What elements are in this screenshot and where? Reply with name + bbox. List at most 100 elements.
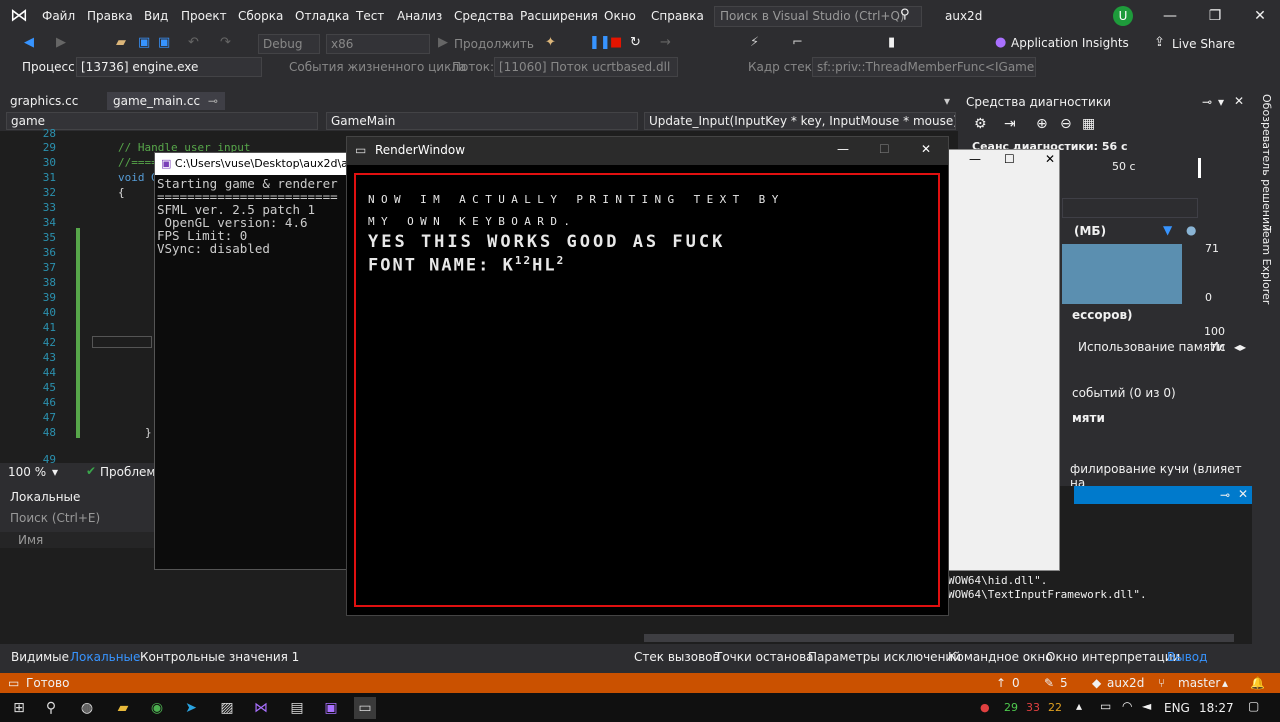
tab-immediate[interactable]: Окно интерпретации [1046, 650, 1180, 664]
language-indicator[interactable]: ENG [1164, 701, 1190, 715]
bg-maximize-icon[interactable]: ☐ [1004, 152, 1015, 166]
search-icon[interactable]: ⚲ [900, 7, 910, 22]
menu-test[interactable]: Тест [356, 9, 384, 23]
scope-combo[interactable]: GameMain [326, 112, 638, 130]
output-pin-icon[interactable]: ⊸ [1220, 488, 1230, 502]
stop-icon[interactable]: ■ [610, 35, 622, 50]
push-icon[interactable]: ↑ [996, 676, 1006, 690]
tab-graphics-cc[interactable]: graphics.cc [4, 92, 84, 110]
zoom-dropdown-icon[interactable]: ▾ [52, 465, 58, 479]
tab-game-main-cc[interactable]: game_main.cc ⊸ ✕ [107, 92, 225, 122]
branch-name[interactable]: master [1178, 676, 1220, 690]
tab-output[interactable]: Вывод [1167, 650, 1207, 664]
menu-file[interactable]: Файл [42, 9, 75, 23]
tab-other[interactable]: Ис [1210, 340, 1226, 354]
menu-edit[interactable]: Правка [87, 9, 133, 23]
hot-reload-icon[interactable]: ⚡ [750, 35, 759, 50]
horizontal-scrollbar[interactable] [644, 634, 1234, 642]
panel-pin-icon[interactable]: ⊸ [1202, 95, 1212, 109]
back-icon[interactable]: ◀ [24, 35, 34, 50]
menu-build[interactable]: Сборка [238, 9, 283, 23]
file-explorer-icon[interactable]: ▰ [112, 697, 134, 719]
render-title-bar[interactable]: ▭ RenderWindow — ☐ ✕ [347, 137, 948, 165]
taskbar-search-icon[interactable]: ⚲ [40, 697, 62, 719]
search-input[interactable]: Поиск в Visual Studio (Ctrl+Q) [714, 6, 922, 27]
live-share-button[interactable]: Live Share [1172, 37, 1235, 51]
changes-count[interactable]: 5 [1060, 676, 1068, 690]
flame-icon[interactable]: ✦ [545, 35, 556, 50]
pin-icon[interactable]: ⊸ [208, 94, 218, 108]
notifications-icon[interactable]: 🔔 [1250, 676, 1265, 690]
solution-explorer-tab[interactable]: Обозреватель решений [1260, 94, 1273, 231]
panel-close-icon[interactable]: ✕ [1234, 94, 1244, 108]
menu-tools[interactable]: Средства [454, 9, 514, 23]
chrome-icon[interactable]: ◉ [146, 697, 168, 719]
stack-frame-combo[interactable]: sf::priv::ThreadMemberFunc<IGame>::rur [812, 57, 1036, 77]
pause-icon[interactable]: ❚❚ [589, 35, 611, 50]
bookmark-icon[interactable]: ▮ [888, 35, 895, 50]
lifecycle-events[interactable]: События жизненного цикла [289, 60, 466, 74]
bg-close-icon[interactable]: ✕ [1045, 152, 1055, 166]
tab-locals[interactable]: Локальные [70, 650, 140, 664]
console-window[interactable]: ▣ C:\Users\vuse\Desktop\aux2d\au Startin… [154, 152, 368, 570]
zoom-out-icon[interactable]: ⊖ [1060, 116, 1072, 132]
background-window[interactable]: — ☐ ✕ [948, 149, 1060, 571]
branch-icon[interactable]: ⑂ [1158, 676, 1165, 690]
windows-start-icon[interactable]: ⊞ [8, 697, 30, 719]
process-combo[interactable]: [13736] engine.exe [76, 57, 262, 77]
tab-memory-usage[interactable]: Использование памяти [1078, 340, 1225, 354]
render-minimize-icon[interactable]: — [837, 142, 849, 156]
member-combo[interactable]: Update_Input(InputKey * key, InputMouse … [644, 112, 956, 130]
output-close-icon[interactable]: ✕ [1238, 487, 1248, 501]
reset-zoom-icon[interactable]: ▦ [1082, 116, 1095, 132]
config-combo[interactable]: Debug [258, 34, 320, 54]
render-maximize-icon[interactable]: ☐ [879, 142, 890, 156]
minimize-icon[interactable]: — [1160, 6, 1180, 26]
tab-dropdown-icon[interactable]: ▾ [944, 94, 950, 108]
render-window[interactable]: ▭ RenderWindow — ☐ ✕ NOW IM ACTUALLY PRI… [346, 136, 949, 616]
tab-call-stack[interactable]: Стек вызовов [634, 650, 720, 664]
open-folder-icon[interactable]: ▰ [116, 35, 126, 50]
visual-studio-icon[interactable]: ⋈ [250, 697, 272, 719]
tab-command-window[interactable]: Командное окно [948, 650, 1053, 664]
telegram-icon[interactable]: ➤ [180, 697, 202, 719]
tab-autos[interactable]: Видимые [11, 650, 69, 664]
wifi-icon[interactable]: ◠ [1122, 699, 1132, 713]
unpushed-count[interactable]: 0 [1012, 676, 1020, 690]
step-icon[interactable]: → [660, 35, 671, 50]
thread-combo[interactable]: [11060] Поток ucrtbased.dll [494, 57, 678, 77]
render-window-taskbar-icon[interactable]: ▭ [354, 697, 376, 719]
zoom-in-icon[interactable]: ⊕ [1036, 116, 1048, 132]
tab-exception-settings[interactable]: Параметры исключений [808, 650, 961, 664]
breakpoint-toolbar-icon[interactable]: ⌐ [792, 35, 803, 50]
locals-search-input[interactable]: Поиск (Ctrl+E) [4, 510, 154, 528]
live-share-icon[interactable]: ⇪ [1154, 35, 1165, 50]
save-all-icon[interactable]: ▣ [158, 35, 170, 50]
tray-expand-icon[interactable]: ▴ [1076, 699, 1082, 713]
menu-debug[interactable]: Отладка [295, 9, 349, 23]
zoom-combo[interactable]: 100 % [8, 465, 46, 479]
menu-analyze[interactable]: Анализ [397, 9, 442, 23]
redo-icon[interactable]: ↷ [220, 35, 231, 50]
clock[interactable]: 18:27 [1199, 701, 1234, 715]
app-insights-button[interactable]: Application Insights [1011, 36, 1129, 50]
tab-breakpoints[interactable]: Точки останова [715, 650, 814, 664]
menu-help[interactable]: Справка [651, 9, 704, 23]
menu-view[interactable]: Вид [144, 9, 168, 23]
app-insights-icon[interactable]: ● [995, 35, 1006, 50]
render-canvas[interactable]: NOW IM ACTUALLY PRINTING TEXT BY MY OWN … [347, 165, 948, 615]
menu-window[interactable]: Окно [604, 9, 636, 23]
locals-name-header[interactable]: Имя [0, 532, 160, 548]
menu-extensions[interactable]: Расширения [520, 9, 598, 23]
forward-icon[interactable]: ▶ [56, 35, 66, 50]
continue-button[interactable]: Продолжить [454, 37, 534, 51]
image-viewer-icon[interactable]: ▨ [216, 697, 238, 719]
volume-icon[interactable]: ◄ [1142, 699, 1151, 713]
export-icon[interactable]: ⇥ [1004, 116, 1016, 132]
undo-icon[interactable]: ↶ [188, 35, 199, 50]
pencil-icon[interactable]: ✎ [1044, 676, 1054, 690]
save-icon[interactable]: ▣ [138, 35, 150, 50]
maximize-icon[interactable]: ❐ [1205, 6, 1225, 26]
branch-dropdown-icon[interactable]: ▴ [1222, 676, 1228, 690]
tab-watch-1[interactable]: Контрольные значения 1 [140, 650, 299, 664]
